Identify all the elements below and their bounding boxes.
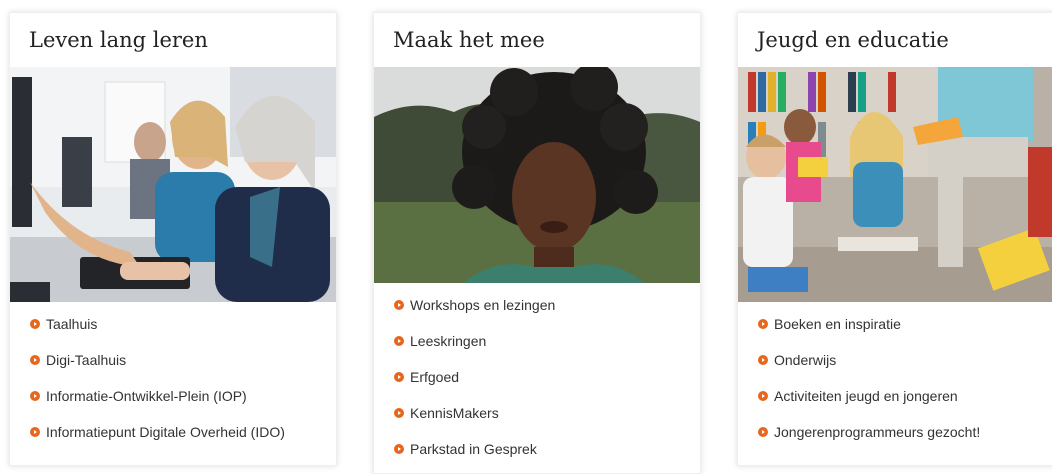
chevron-right-icon bbox=[758, 355, 768, 365]
card-jeugd-en-educatie: Jeugd en educatie Boeken en inspiratie O… bbox=[737, 12, 1052, 466]
link-iop[interactable]: Informatie-Ontwikkel-Plein (IOP) bbox=[46, 382, 247, 410]
list-item[interactable]: Informatie-Ontwikkel-Plein (IOP) bbox=[10, 382, 336, 418]
list-item[interactable]: Leeskringen bbox=[374, 327, 700, 363]
chevron-right-icon bbox=[394, 408, 404, 418]
chevron-right-icon bbox=[758, 427, 768, 437]
chevron-right-icon bbox=[30, 427, 40, 437]
chevron-right-icon bbox=[758, 391, 768, 401]
list-item[interactable]: Taalhuis bbox=[10, 310, 336, 346]
chevron-right-icon bbox=[758, 319, 768, 329]
list-item[interactable]: Onderwijs bbox=[738, 346, 1052, 382]
card-leven-lang-leren: Leven lang leren Taalhuis Digi-Taalhuis … bbox=[9, 12, 337, 466]
card-maak-het-mee: Maak het mee Workshops en lezingen Leesk… bbox=[373, 12, 701, 474]
chevron-right-icon bbox=[30, 391, 40, 401]
list-item[interactable]: Erfgoed bbox=[374, 363, 700, 399]
list-item[interactable]: Digi-Taalhuis bbox=[10, 346, 336, 382]
link-list: Workshops en lezingen Leeskringen Erfgoe… bbox=[374, 283, 700, 471]
card-title: Maak het mee bbox=[393, 28, 545, 52]
card-title: Leven lang leren bbox=[29, 28, 208, 52]
link-parkstad-in-gesprek[interactable]: Parkstad in Gesprek bbox=[410, 435, 537, 463]
chevron-right-icon bbox=[394, 444, 404, 454]
list-item[interactable]: KennisMakers bbox=[374, 399, 700, 435]
link-list: Taalhuis Digi-Taalhuis Informatie-Ontwik… bbox=[10, 302, 336, 454]
seniors-at-computer-image[interactable] bbox=[10, 67, 336, 302]
list-item[interactable]: Workshops en lezingen bbox=[374, 291, 700, 327]
link-erfgoed[interactable]: Erfgoed bbox=[410, 363, 459, 391]
link-onderwijs[interactable]: Onderwijs bbox=[774, 346, 836, 374]
link-jongerenprogrammeurs[interactable]: Jongerenprogrammeurs gezocht! bbox=[774, 418, 980, 446]
chevron-right-icon bbox=[394, 336, 404, 346]
woman-curly-hair-image[interactable] bbox=[374, 67, 700, 283]
link-ido[interactable]: Informatiepunt Digitale Overheid (IDO) bbox=[46, 418, 285, 446]
list-item[interactable]: Activiteiten jeugd en jongeren bbox=[738, 382, 1052, 418]
chevron-right-icon bbox=[394, 372, 404, 382]
list-item[interactable]: Informatiepunt Digitale Overheid (IDO) bbox=[10, 418, 336, 454]
link-digi-taalhuis[interactable]: Digi-Taalhuis bbox=[46, 346, 126, 374]
link-taalhuis[interactable]: Taalhuis bbox=[46, 310, 97, 338]
link-list: Boeken en inspiratie Onderwijs Activitei… bbox=[738, 302, 1052, 454]
list-item[interactable]: Parkstad in Gesprek bbox=[374, 435, 700, 471]
link-kennismakers[interactable]: KennisMakers bbox=[410, 399, 499, 427]
link-activiteiten[interactable]: Activiteiten jeugd en jongeren bbox=[774, 382, 958, 410]
chevron-right-icon bbox=[30, 355, 40, 365]
link-leeskringen[interactable]: Leeskringen bbox=[410, 327, 486, 355]
children-reading-image[interactable] bbox=[738, 67, 1052, 302]
link-boeken-en-inspiratie[interactable]: Boeken en inspiratie bbox=[774, 310, 901, 338]
card-title: Jeugd en educatie bbox=[757, 28, 949, 52]
list-item[interactable]: Jongerenprogrammeurs gezocht! bbox=[738, 418, 1052, 454]
chevron-right-icon bbox=[394, 300, 404, 310]
chevron-right-icon bbox=[30, 319, 40, 329]
link-workshops[interactable]: Workshops en lezingen bbox=[410, 291, 555, 319]
list-item[interactable]: Boeken en inspiratie bbox=[738, 310, 1052, 346]
